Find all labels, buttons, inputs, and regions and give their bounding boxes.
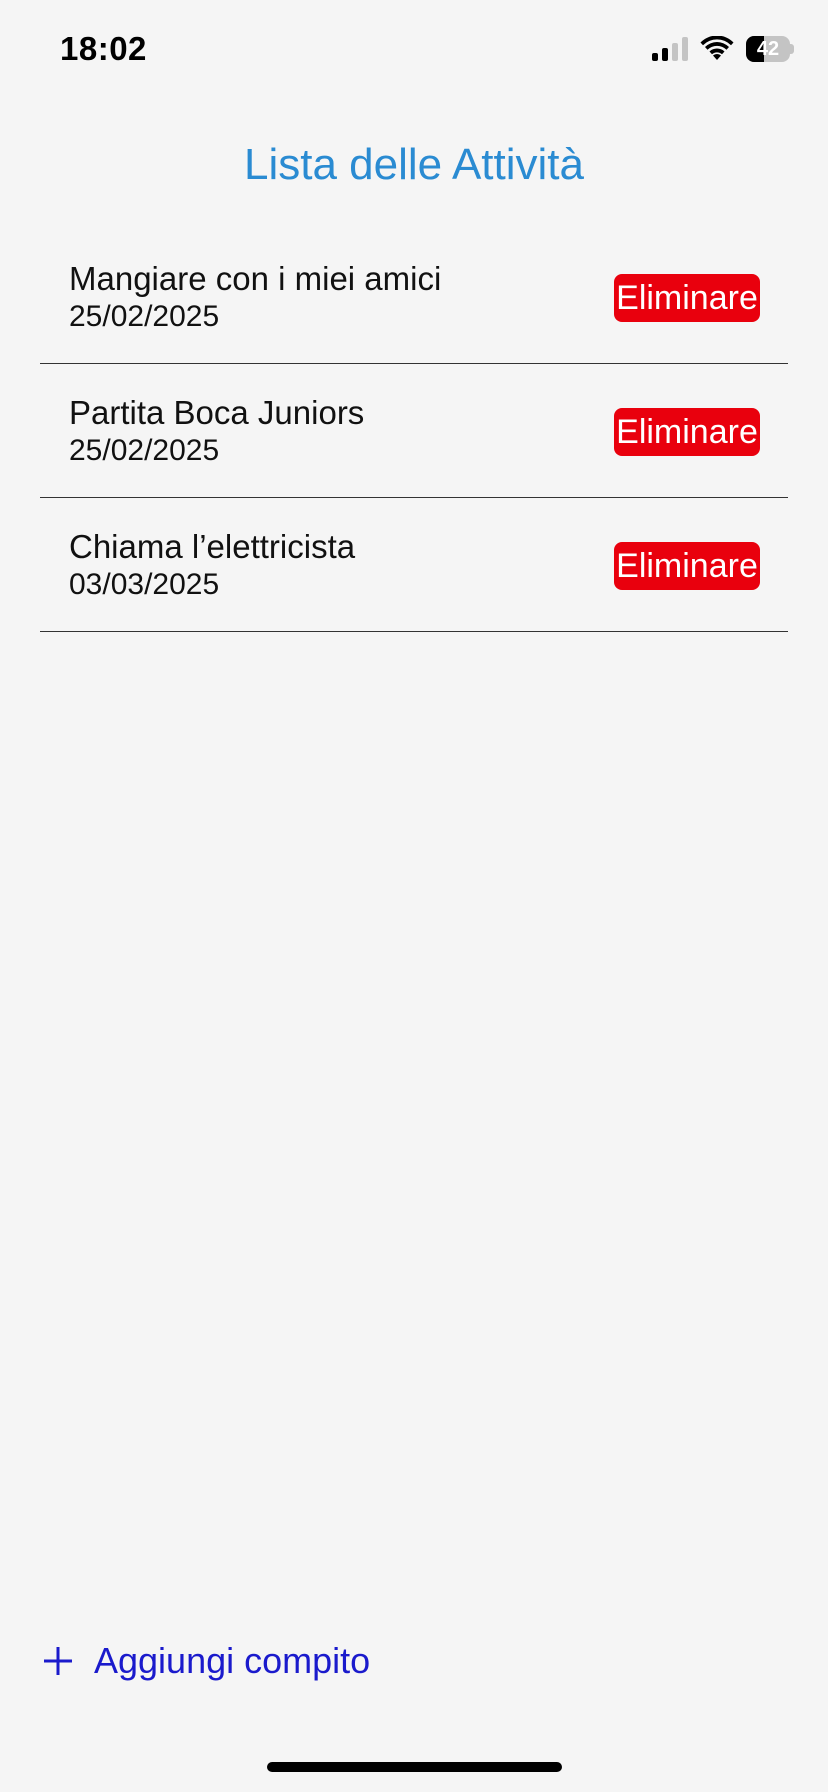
task-row: Partita Boca Juniors 25/02/2025 Eliminar… — [40, 364, 788, 498]
status-time: 18:02 — [60, 30, 147, 67]
task-date: 03/03/2025 — [69, 567, 220, 601]
wifi-icon — [700, 36, 734, 60]
status-indicators: 42 — [652, 34, 794, 64]
task-text: Partita Boca Juniors 25/02/2025 — [69, 394, 364, 469]
task-name: Chiama l’elettricista — [69, 528, 356, 565]
screen: 18:02 42 Lista delle Attività Mangiare c… — [0, 0, 828, 1792]
task-row: Chiama l’elettricista 03/03/2025 Elimina… — [40, 498, 788, 632]
task-date: 25/02/2025 — [69, 433, 220, 467]
task-text: Mangiare con i miei amici 25/02/2025 — [69, 260, 441, 335]
delete-button[interactable]: Eliminare — [614, 274, 760, 322]
task-name: Partita Boca Juniors — [69, 394, 365, 431]
signal-icon — [652, 37, 688, 61]
page-title: Lista delle Attività — [244, 140, 584, 189]
task-text: Chiama l’elettricista 03/03/2025 — [69, 528, 355, 603]
battery-icon: 42 — [746, 36, 794, 62]
status-bar: 18:02 42 — [0, 0, 828, 100]
delete-button[interactable]: Eliminare — [614, 542, 760, 590]
home-indicator[interactable] — [267, 1762, 562, 1772]
task-name: Mangiare con i miei amici — [69, 260, 442, 297]
task-row: Mangiare con i miei amici 25/02/2025 Eli… — [40, 230, 788, 364]
task-date: 25/02/2025 — [69, 299, 220, 333]
delete-button[interactable]: Eliminare — [614, 408, 760, 456]
add-task-label: Aggiungi compito — [94, 1640, 371, 1681]
plus-icon — [44, 1647, 72, 1675]
battery-level: 42 — [756, 38, 780, 60]
task-list: Mangiare con i miei amici 25/02/2025 Eli… — [40, 230, 788, 632]
add-task-button[interactable]: Aggiungi compito — [42, 1640, 370, 1682]
